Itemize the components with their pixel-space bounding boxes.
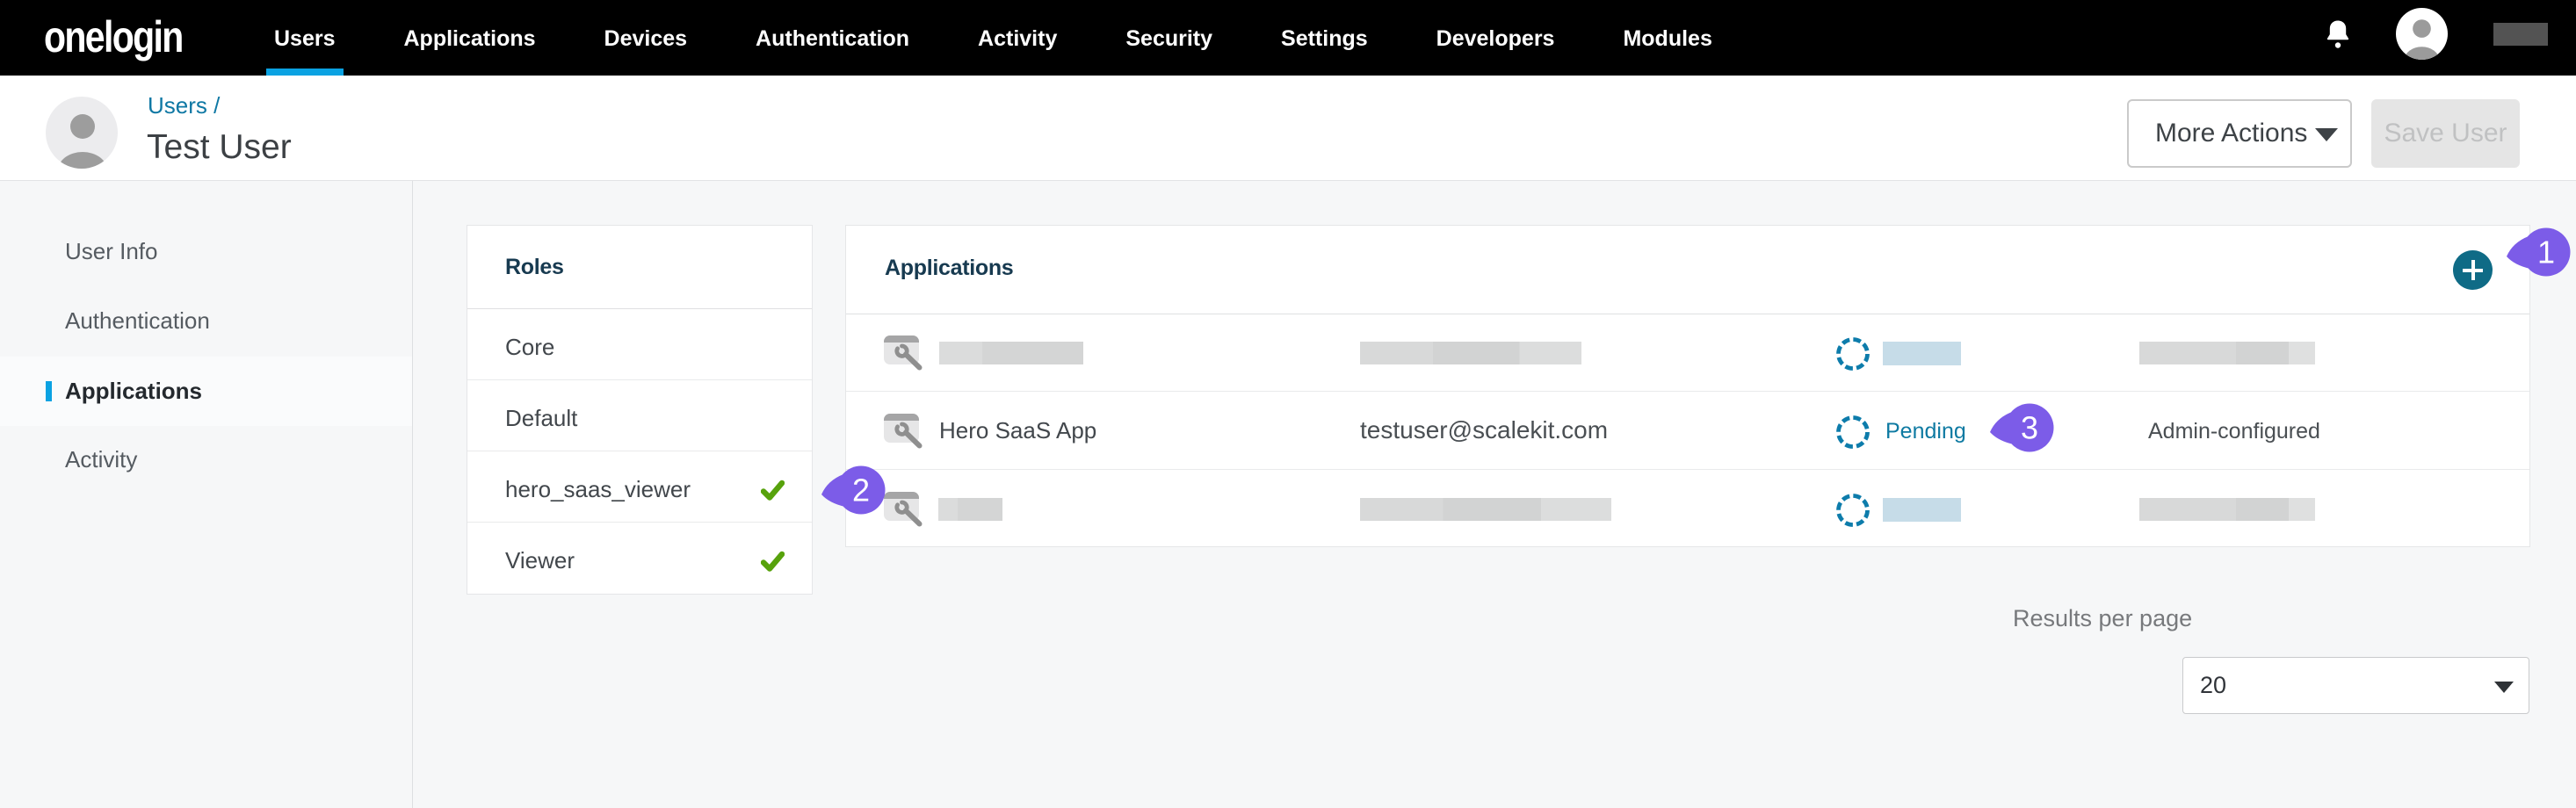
svg-text:2: 2	[852, 473, 870, 509]
svg-text:1: 1	[2537, 234, 2555, 271]
svg-text:3: 3	[2021, 410, 2038, 446]
